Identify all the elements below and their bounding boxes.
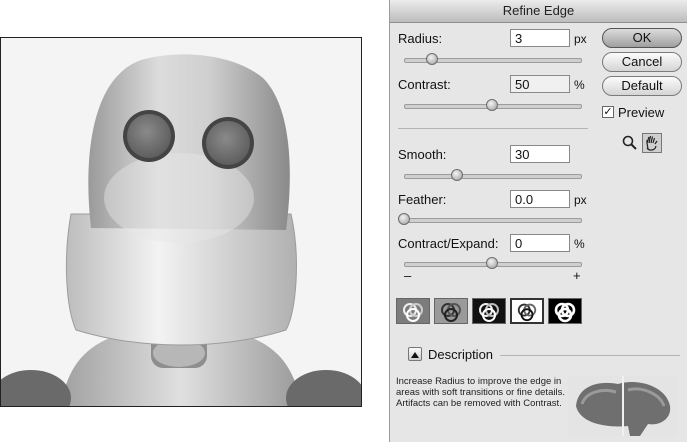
contract-expand-input[interactable] — [510, 234, 570, 252]
contract-expand-label: Contract/Expand: — [398, 236, 499, 251]
view-standard-button[interactable] — [396, 298, 430, 324]
feather-input[interactable] — [510, 190, 570, 208]
plus-sign: + — [573, 268, 581, 283]
on-black-view-icon — [479, 303, 499, 322]
description-toggle[interactable] — [408, 347, 422, 361]
feather-label: Feather: — [398, 192, 447, 207]
contract-expand-slider-thumb[interactable] — [486, 257, 498, 269]
preview-checkbox[interactable]: ✓ — [602, 106, 614, 118]
cancel-button[interactable]: Cancel — [602, 52, 682, 72]
smooth-slider-thumb[interactable] — [450, 169, 463, 181]
contract-expand-unit: % — [574, 237, 585, 251]
description-divider — [500, 355, 680, 356]
description-text: Increase Radius to improve the edge in a… — [396, 376, 565, 409]
description-label: Description — [428, 347, 494, 362]
view-on-white-button[interactable] — [510, 298, 544, 324]
view-mask-button[interactable] — [548, 298, 582, 324]
radius-label: Radius: — [398, 31, 443, 46]
dialog-title: Refine Edge — [390, 0, 687, 23]
refine-edge-dialog: Refine Edge Radius: px Contrast: % Smoot… — [389, 0, 687, 442]
section-divider — [398, 128, 588, 129]
description-illustration — [568, 376, 678, 436]
standard-view-icon — [403, 303, 423, 322]
feather-slider-thumb[interactable] — [398, 213, 410, 225]
triangle-up-icon — [411, 352, 419, 358]
radius-slider-thumb[interactable] — [426, 53, 439, 65]
tree-edge-illustration — [568, 376, 678, 436]
on-white-view-icon — [517, 303, 537, 322]
view-on-black-button[interactable] — [472, 298, 506, 324]
feather-unit: px — [574, 193, 587, 207]
robot-image — [1, 38, 361, 406]
hand-icon — [646, 135, 658, 151]
default-button[interactable]: Default — [602, 76, 682, 96]
quick-mask-view-icon — [441, 303, 461, 322]
hand-tool-icon[interactable] — [642, 133, 662, 153]
smooth-label: Smooth: — [398, 147, 447, 162]
document-preview — [0, 37, 362, 407]
magnifier-icon — [622, 135, 637, 150]
feather-slider-track[interactable] — [404, 218, 582, 223]
preview-label: Preview — [618, 105, 665, 120]
radius-input[interactable] — [510, 29, 570, 47]
contrast-input[interactable] — [510, 75, 570, 93]
minus-sign: – — [404, 268, 412, 283]
zoom-tool-icon[interactable] — [620, 133, 640, 153]
smooth-slider-track[interactable] — [404, 174, 582, 179]
ok-button[interactable]: OK — [602, 28, 682, 48]
view-quick-mask-button[interactable] — [434, 298, 468, 324]
contrast-slider-thumb[interactable] — [486, 99, 498, 111]
contrast-unit: % — [574, 78, 585, 92]
smooth-input[interactable] — [510, 145, 570, 163]
mask-view-icon — [554, 302, 576, 323]
contrast-label: Contrast: — [398, 77, 451, 92]
radius-unit: px — [574, 32, 587, 46]
